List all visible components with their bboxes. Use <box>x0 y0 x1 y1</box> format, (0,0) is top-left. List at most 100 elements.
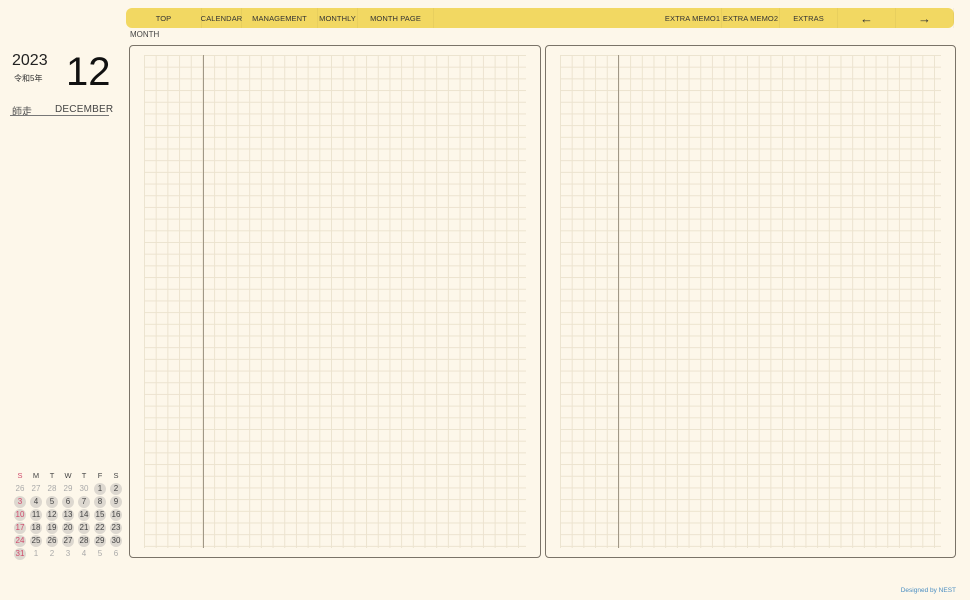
calendar-day-other-month: 30 <box>79 484 89 493</box>
left-note-page[interactable] <box>129 45 541 558</box>
calendar-day[interactable]: 17 <box>12 521 28 534</box>
nav-extra-memo1[interactable]: EXTRA MEMO1 <box>664 8 722 28</box>
weekday-header-row: SMTWTFS <box>12 469 124 482</box>
calendar-day-number: 15 <box>94 508 106 521</box>
calendar-day[interactable]: 28 <box>76 534 92 547</box>
margin-line <box>618 55 619 548</box>
calendar-day[interactable]: 25 <box>28 534 44 547</box>
weekday-label: M <box>32 471 40 480</box>
calendar-day-number: 4 <box>30 495 42 508</box>
calendar-day-number: 21 <box>78 521 90 534</box>
calendar-day[interactable]: 5 <box>44 495 60 508</box>
calendar-day-number: 12 <box>46 508 58 521</box>
weekday-label: S <box>17 471 23 480</box>
calendar-day-other-month: 4 <box>81 549 87 558</box>
nav-management[interactable]: MANAGEMENT <box>242 8 318 28</box>
calendar-day[interactable]: 7 <box>76 495 92 508</box>
calendar-day-number: 29 <box>94 534 106 547</box>
calendar-day[interactable]: 1 <box>92 482 108 495</box>
calendar-day[interactable]: 24 <box>12 534 28 547</box>
calendar-day-number: 28 <box>78 534 90 547</box>
weekday-label: F <box>97 471 103 480</box>
calendar-day[interactable]: 26 <box>44 534 60 547</box>
calendar-day-other-month: 2 <box>49 549 55 558</box>
calendar-day-number: 24 <box>14 534 26 547</box>
month-english-name: DECEMBER <box>55 104 114 115</box>
calendar-day-number: 11 <box>30 508 42 521</box>
prev-page-arrow-icon[interactable]: ← <box>838 8 896 28</box>
calendar-day-number: 5 <box>46 495 58 508</box>
calendar-day-number: 27 <box>62 534 74 547</box>
calendar-day[interactable]: 18 <box>28 521 44 534</box>
calendar-day[interactable]: 21 <box>76 521 92 534</box>
weekday-label: T <box>81 471 87 480</box>
calendar-day[interactable]: 10 <box>12 508 28 521</box>
calendar-day-number: 13 <box>62 508 74 521</box>
calendar-day[interactable]: 15 <box>92 508 108 521</box>
calendar-day[interactable]: 30 <box>108 534 124 547</box>
weekday-label: W <box>64 471 72 480</box>
calendar-day[interactable]: 11 <box>28 508 44 521</box>
calendar-day-number: 26 <box>46 534 58 547</box>
calendar-day[interactable]: 27 <box>60 534 76 547</box>
calendar-day[interactable]: 19 <box>44 521 60 534</box>
era-label: 令和5年 <box>14 74 43 83</box>
weekday-label: S <box>113 471 119 480</box>
calendar-day[interactable]: 16 <box>108 508 124 521</box>
calendar-day-other-month: 1 <box>33 549 39 558</box>
month-number: 12 <box>66 50 111 94</box>
calendar-day-number: 17 <box>14 521 26 534</box>
calendar-day-number: 31 <box>14 547 26 560</box>
calendar-day[interactable]: 22 <box>92 521 108 534</box>
calendar-day[interactable]: 12 <box>44 508 60 521</box>
calendar-day-other-month: 27 <box>31 484 41 493</box>
nav-extras[interactable]: EXTRAS <box>780 8 838 28</box>
calendar-day[interactable]: 20 <box>60 521 76 534</box>
calendar-day-number: 9 <box>110 495 122 508</box>
calendar-day-number: 16 <box>110 508 122 521</box>
calendar-day-number: 7 <box>78 495 90 508</box>
calendar-day-other-month: 26 <box>15 484 25 493</box>
calendar-day-other-month: 28 <box>47 484 57 493</box>
calendar-day-number: 3 <box>14 495 26 508</box>
calendar-day-number: 14 <box>78 508 90 521</box>
calendar-week-row: 17 18 19 20 21 22 23 <box>12 521 124 534</box>
calendar-day[interactable]: 31 <box>12 547 28 560</box>
calendar-day-other-month: 29 <box>63 484 73 493</box>
calendar-day[interactable]: 14 <box>76 508 92 521</box>
designer-credit[interactable]: Designed by NEST <box>901 587 956 594</box>
margin-line <box>203 55 204 548</box>
nav-top[interactable]: TOP <box>126 8 202 28</box>
calendar-day[interactable]: 29 <box>92 534 108 547</box>
calendar-day-number: 19 <box>46 521 58 534</box>
calendar-week-row: 24 25 26 27 28 29 30 <box>12 534 124 547</box>
calendar-day[interactable]: 8 <box>92 495 108 508</box>
calendar-day-number: 18 <box>30 521 42 534</box>
calendar-day[interactable]: 3 <box>12 495 28 508</box>
calendar-week-row: 31 1 2 3 4 5 6 <box>12 547 124 560</box>
calendar-day[interactable]: 4 <box>28 495 44 508</box>
calendar-day-other-month: 5 <box>97 549 103 558</box>
calendar-day[interactable]: 9 <box>108 495 124 508</box>
next-page-arrow-icon[interactable]: → <box>896 8 954 28</box>
nav-month-page[interactable]: MONTH PAGE <box>358 8 434 28</box>
top-nav-bar: TOP CALENDAR MANAGEMENT MONTHLY MONTH PA… <box>126 8 954 28</box>
calendar-day[interactable]: 13 <box>60 508 76 521</box>
calendar-day-number: 22 <box>94 521 106 534</box>
section-label: MONTH <box>130 30 160 39</box>
calendar-day[interactable]: 6 <box>60 495 76 508</box>
nav-calendar[interactable]: CALENDAR <box>201 8 242 28</box>
month-divider <box>10 115 109 116</box>
calendar-day[interactable]: 2 <box>108 482 124 495</box>
calendar-day[interactable]: 23 <box>108 521 124 534</box>
calendar-day-number: 30 <box>110 534 122 547</box>
weekday-label: T <box>49 471 55 480</box>
calendar-day-number: 6 <box>62 495 74 508</box>
year-label: 2023 <box>12 52 48 69</box>
calendar-day-other-month: 6 <box>113 549 119 558</box>
nav-monthly[interactable]: MONTHLY <box>318 8 358 28</box>
calendar-day-number: 25 <box>30 534 42 547</box>
nav-extra-memo2[interactable]: EXTRA MEMO2 <box>722 8 780 28</box>
calendar-week-row: 10 11 12 13 14 15 16 <box>12 508 124 521</box>
right-note-page[interactable] <box>545 45 956 558</box>
